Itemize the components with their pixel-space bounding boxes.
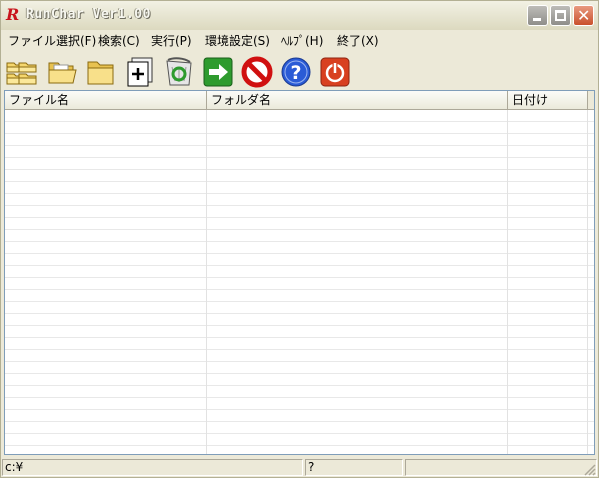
- svg-text:?: ?: [290, 62, 301, 84]
- open-folder-button[interactable]: [45, 55, 79, 89]
- help-button[interactable]: ?: [279, 55, 313, 89]
- menu-search[interactable]: 検索(C): [98, 32, 140, 49]
- minimize-icon: [533, 18, 541, 21]
- list-header: ファイル名 フォルダ名 日付け: [5, 91, 594, 110]
- column-header-date[interactable]: 日付け: [508, 91, 588, 109]
- open-multiple-folders-icon: [6, 62, 37, 85]
- column-divider: [507, 110, 508, 454]
- recycle-bin-icon: [166, 57, 192, 86]
- maximize-icon: [555, 10, 566, 21]
- menu-exit[interactable]: 終了(X): [337, 32, 379, 49]
- column-divider: [587, 110, 588, 454]
- recycle-bin-button[interactable]: [162, 55, 196, 89]
- add-file-icon: [127, 57, 153, 87]
- run-button[interactable]: [201, 55, 235, 89]
- close-icon: ✕: [577, 6, 591, 25]
- menu-run[interactable]: 実行(P): [151, 32, 192, 49]
- resize-grip-icon[interactable]: [584, 464, 596, 476]
- menu-bar: ファイル選択(F) 検索(C) 実行(P) 環境設定(S) ﾍﾙﾌﾟ(H) 終了…: [1, 30, 598, 50]
- column-header-folder[interactable]: フォルダ名: [207, 91, 508, 109]
- status-info: ?: [305, 459, 403, 476]
- title-bar[interactable]: R RunChar Ver1.00 ✕: [1, 1, 598, 30]
- help-icon: ?: [281, 57, 311, 87]
- column-divider: [206, 110, 207, 454]
- list-rows: [5, 110, 594, 454]
- minimize-button[interactable]: [527, 5, 548, 26]
- power-button[interactable]: [318, 55, 352, 89]
- app-icon: R: [6, 5, 20, 24]
- open-multiple-folders-button[interactable]: [4, 55, 38, 89]
- menu-file-select[interactable]: ファイル選択(F): [8, 32, 96, 49]
- menu-help[interactable]: ﾍﾙﾌﾟ(H): [281, 32, 323, 49]
- menu-settings[interactable]: 環境設定(S): [205, 32, 270, 49]
- toolbar: ?: [1, 52, 598, 90]
- power-icon: [320, 57, 350, 87]
- status-bar: c:¥ ?: [1, 457, 598, 477]
- maximize-button[interactable]: [550, 5, 571, 26]
- folder-icon: [87, 61, 114, 85]
- add-file-button[interactable]: [123, 55, 157, 89]
- open-folder-icon: [48, 62, 77, 84]
- folder-button[interactable]: [84, 55, 118, 89]
- stop-button[interactable]: [240, 55, 274, 89]
- main-window: R RunChar Ver1.00 ✕ ファイル選択(F) 検索(C) 実行(P…: [0, 0, 599, 478]
- status-path: c:¥: [2, 459, 303, 476]
- stop-icon: [241, 56, 273, 88]
- status-extra: [405, 459, 597, 476]
- close-button[interactable]: ✕: [573, 5, 594, 26]
- file-list[interactable]: ファイル名 フォルダ名 日付け: [4, 90, 595, 455]
- run-arrow-icon: [203, 57, 233, 87]
- window-title: RunChar Ver1.00: [26, 7, 151, 22]
- column-header-filename[interactable]: ファイル名: [5, 91, 207, 109]
